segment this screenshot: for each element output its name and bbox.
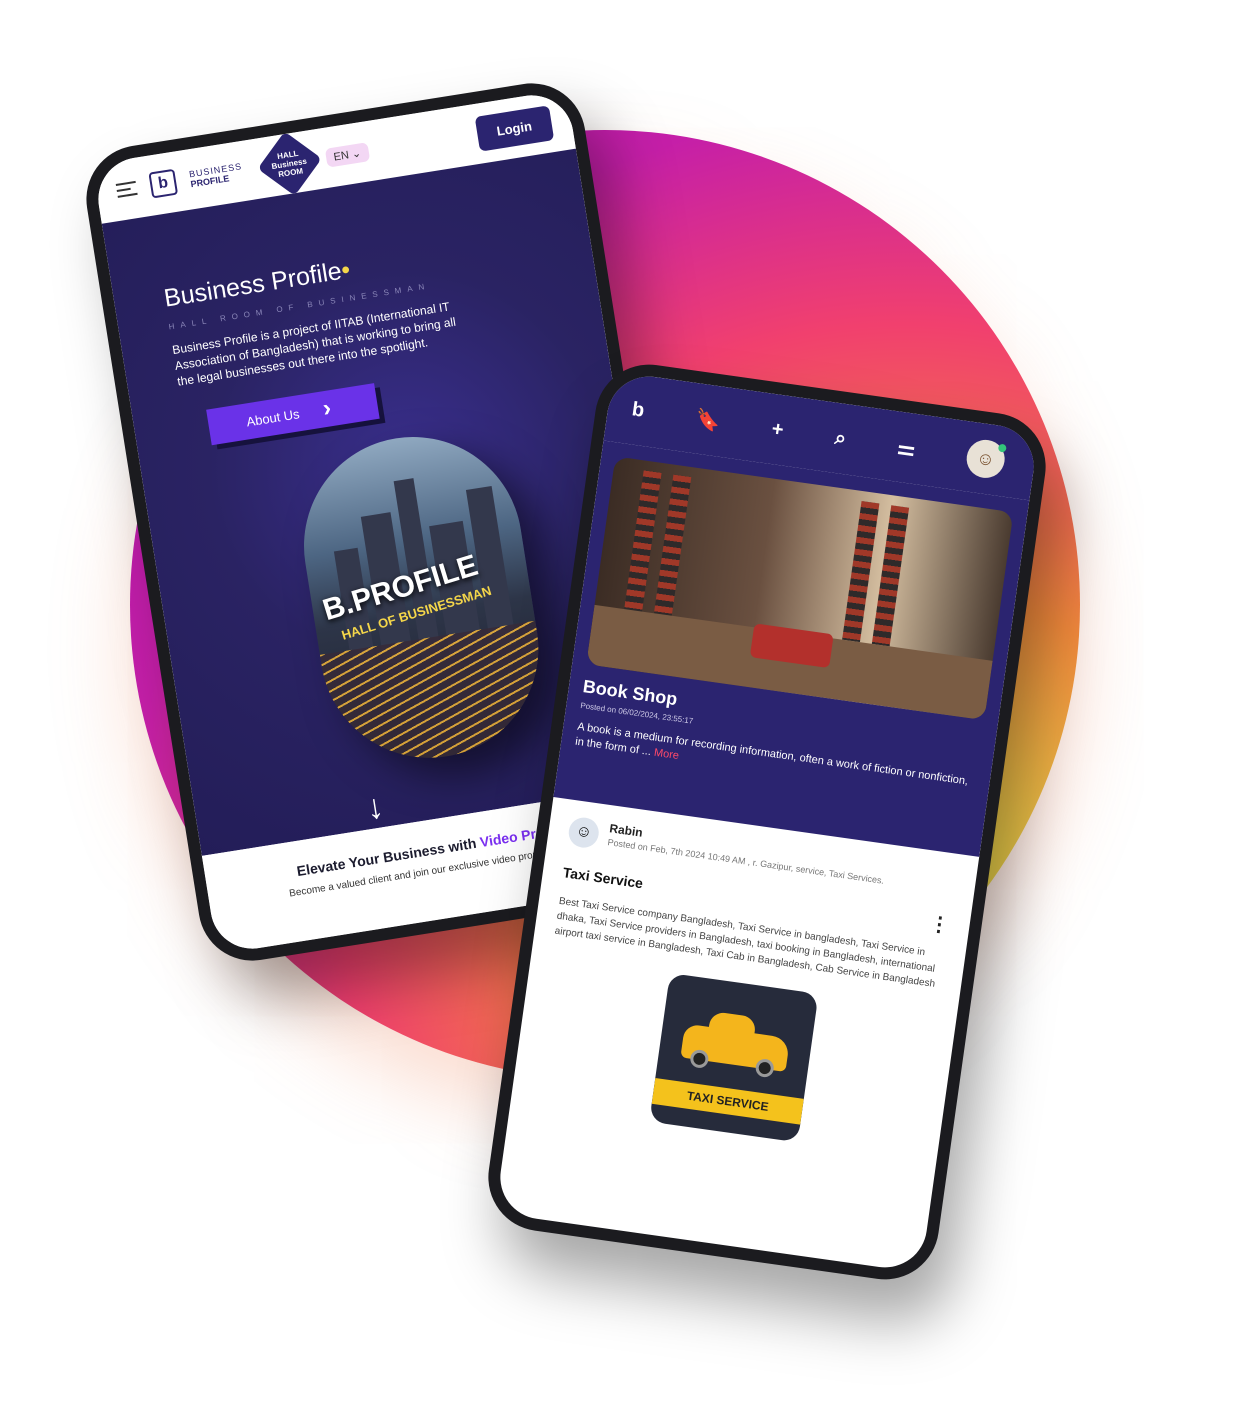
filter-sliders-icon[interactable]: ⚌: [896, 434, 917, 461]
search-icon[interactable]: ⌕: [833, 426, 847, 450]
language-label: EN: [332, 148, 350, 164]
about-us-label: About Us: [245, 405, 301, 429]
login-button[interactable]: Login: [474, 104, 555, 152]
avatar[interactable]: ☺: [964, 437, 1008, 481]
chevron-right-icon: ›: [320, 394, 333, 423]
read-more-link[interactable]: More: [653, 747, 679, 762]
about-us-button[interactable]: About Us ›: [206, 383, 380, 446]
book-shop-image: [586, 456, 1014, 721]
brand-logo-text: BUSINESS PROFILE: [188, 161, 244, 189]
post-title[interactable]: Taxi Service: [562, 864, 644, 891]
arrow-down-icon[interactable]: ↓: [364, 787, 387, 828]
plus-icon[interactable]: +: [770, 417, 785, 441]
hall-room-badge[interactable]: HALL Business ROOM: [257, 131, 322, 196]
taxi-car-icon: [680, 1023, 791, 1079]
hero-description: Business Profile is a project of IITAB (…: [171, 299, 457, 389]
brand-logo-icon[interactable]: b: [148, 168, 179, 199]
author-avatar[interactable]: ☺: [566, 815, 601, 850]
book-shop-card[interactable]: Book Shop Posted on 06/02/2024, 23:55:17…: [553, 440, 1030, 857]
language-select[interactable]: EN ⌄: [324, 141, 371, 168]
taxi-service-image: TAXI SERVICE: [649, 972, 819, 1143]
taxi-post: ☺ Rabin Posted on Feb, 7th 2024 10:49 AM…: [508, 797, 979, 1178]
chevron-down-icon: ⌄: [350, 146, 362, 161]
hall-badge-text: HALL Business ROOM: [270, 148, 308, 179]
menu-icon[interactable]: [115, 180, 138, 198]
hero-city-image: B.PROFILE HALL OF BUSINESSMAN: [288, 421, 554, 774]
more-options-icon[interactable]: ⋮: [928, 911, 951, 939]
taxi-image-label: TAXI SERVICE: [651, 1077, 804, 1125]
bookmark-icon[interactable]: 🔖: [694, 406, 722, 434]
brand-b-icon[interactable]: b: [631, 398, 646, 422]
